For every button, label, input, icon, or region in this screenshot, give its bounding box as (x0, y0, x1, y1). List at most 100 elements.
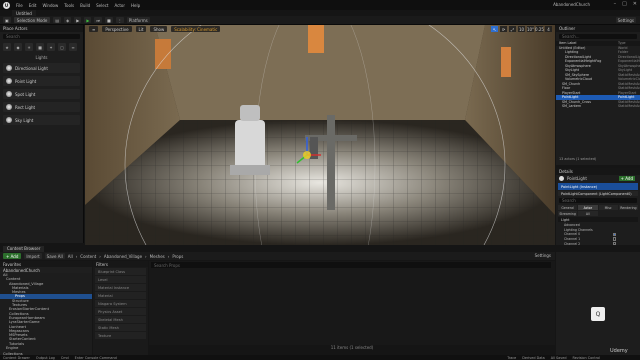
content-browser-settings[interactable]: Settings (535, 253, 551, 258)
mode-selector[interactable]: Selection Mode (13, 17, 51, 23)
all-classes-icon[interactable]: ≡ (69, 43, 77, 51)
stop-icon[interactable]: ■ (105, 17, 113, 23)
tab-all[interactable]: All (578, 211, 598, 216)
filter-item[interactable]: Skeletal Mesh (95, 316, 146, 323)
menu-tools[interactable]: Tools (64, 3, 74, 8)
menu-help[interactable]: Help (131, 3, 140, 8)
actor-directional-light[interactable]: Directional Light (3, 63, 80, 73)
scale-tool-icon[interactable]: ⤢ (509, 26, 516, 32)
close-icon[interactable]: ✕ (633, 1, 637, 7)
content-icon[interactable]: ▤ (53, 17, 62, 23)
revision-control-button[interactable]: Revision Control (572, 356, 600, 360)
breadcrumb-content[interactable]: Content (80, 254, 96, 259)
breadcrumb-props[interactable]: Props (172, 254, 183, 259)
shapes-icon[interactable]: ■ (36, 43, 44, 51)
select-tool-icon[interactable]: ↖ (491, 26, 498, 32)
filter-item[interactable]: Static Mesh (95, 324, 146, 331)
content-drawer-button[interactable]: Content Drawer (3, 356, 30, 360)
output-log-button[interactable]: Output Log (36, 356, 55, 360)
section-light[interactable]: Light (558, 217, 638, 222)
lit-button[interactable]: Lit (135, 26, 147, 32)
outliner-row[interactable]: SM_Lantern StaticMeshActor (556, 104, 640, 109)
cinematics-icon[interactable]: ▶ (74, 17, 82, 23)
folder-item[interactable]: Engine (0, 346, 92, 350)
menu-build[interactable]: Build (80, 3, 90, 8)
save-all-button[interactable]: Save All (44, 253, 65, 259)
tab-misc[interactable]: Misc (598, 205, 618, 210)
filters-header[interactable]: Filters (93, 261, 148, 267)
place-actors-search[interactable]: Search (3, 34, 80, 39)
menu-edit[interactable]: Edit (29, 3, 37, 8)
breadcrumb-all[interactable]: All (68, 254, 73, 259)
col-item-label[interactable]: Item Label (559, 41, 618, 45)
play-options-icon[interactable]: ⋮ (115, 17, 124, 23)
col-type[interactable]: Type (618, 41, 640, 45)
cmd-dropdown[interactable]: Cmd (61, 356, 69, 360)
step-icon[interactable]: ⏭ (94, 17, 103, 23)
visual-effects-icon[interactable]: ✦ (47, 43, 55, 51)
actor-spot-light[interactable]: Spot Light (3, 89, 80, 99)
import-button[interactable]: Import (24, 253, 42, 259)
udemy-watermark: Udemy (610, 348, 628, 354)
recent-icon[interactable]: ★ (3, 43, 11, 51)
asset-search[interactable]: Search Props (151, 262, 551, 268)
console-input[interactable]: Enter Console Command (75, 356, 117, 360)
tab-actor[interactable]: Actor (578, 205, 598, 210)
menu-actor[interactable]: Actor (114, 3, 125, 8)
show-button[interactable]: Show (150, 26, 168, 32)
filter-item[interactable]: Texture (95, 332, 146, 339)
actor-label: Sky Light (15, 117, 34, 123)
details-actor-name[interactable]: PointLight (567, 176, 587, 181)
filter-item[interactable]: Level (95, 276, 146, 283)
minimize-icon[interactable]: – (614, 1, 617, 7)
perspective-button[interactable]: Perspective (102, 26, 132, 32)
grid-snap-value[interactable]: 10 (518, 26, 525, 32)
breadcrumb-meshes[interactable]: Meshes (150, 254, 165, 259)
filter-item[interactable]: Blueprint Class (95, 268, 146, 275)
filter-item[interactable]: Physics Asset (95, 308, 146, 315)
lights-icon[interactable]: ☀ (25, 43, 33, 51)
rotation-snap-value[interactable]: 10° (527, 26, 534, 32)
breadcrumb-abandoned-village[interactable]: Abandoned_Village (104, 254, 142, 259)
trace-button[interactable]: Trace (507, 356, 516, 360)
tab-general[interactable]: General (558, 205, 578, 210)
save-icon[interactable]: ▣ (3, 17, 11, 23)
tab-content-browser[interactable]: Content Browser (3, 245, 45, 252)
scale-snap-value[interactable]: 0.25 (535, 26, 544, 32)
menu-window[interactable]: Window (42, 3, 58, 8)
rotate-tool-icon[interactable]: ⟳ (500, 26, 507, 32)
tab-rendering[interactable]: Rendering (618, 205, 638, 210)
add-button[interactable]: + Add (3, 253, 22, 259)
platforms-button[interactable]: Platforms (126, 17, 150, 23)
camera-speed-value[interactable]: 4 (545, 26, 552, 32)
details-component-row[interactable]: PointLightComponent (LightComponent0) (558, 191, 638, 196)
actor-point-light[interactable]: Point Light (3, 76, 80, 86)
derived-data-button[interactable]: Derived Data (522, 356, 544, 360)
blueprint-icon[interactable]: ◈ (64, 17, 72, 23)
menu-file[interactable]: File (16, 3, 23, 8)
filter-item[interactable]: Niagara System (95, 300, 146, 307)
play-icon[interactable]: ▶ (84, 17, 92, 23)
scalability-warning[interactable]: Scalability: Cinematic (171, 26, 221, 32)
details-search[interactable]: Search (559, 198, 637, 203)
tab-streaming[interactable]: Streaming (558, 211, 578, 216)
actor-sky-light[interactable]: Sky Light (3, 115, 80, 125)
channel-0-checkbox[interactable] (612, 232, 616, 237)
basic-icon[interactable]: ◆ (14, 43, 22, 51)
actor-rect-light[interactable]: Rect Light (3, 102, 80, 112)
outliner-count: 13 actors (1 selected) (559, 157, 597, 161)
all-saved-indicator[interactable]: All Saved (551, 356, 567, 360)
level-viewport[interactable]: 🛢SM_Barrel_01Static Mesh🛒SM_CartStatic M… (85, 25, 555, 245)
details-instance-row[interactable]: PointLight (Instance) (558, 183, 638, 190)
channel-1-checkbox[interactable] (612, 237, 616, 241)
filter-item[interactable]: Material (95, 292, 146, 299)
volumes-icon[interactable]: ▢ (58, 43, 66, 51)
outliner-search[interactable]: Search... (559, 34, 637, 39)
filter-item[interactable]: Material Instance (95, 284, 146, 291)
settings-button[interactable]: Settings (615, 17, 636, 23)
details-add-button[interactable]: + Add (618, 176, 635, 181)
outliner-item-type: DirectionalLight (618, 54, 640, 59)
maximize-icon[interactable]: □ (622, 1, 627, 7)
viewport-options-icon[interactable]: ≡ (89, 26, 99, 32)
menu-select[interactable]: Select (96, 3, 108, 8)
